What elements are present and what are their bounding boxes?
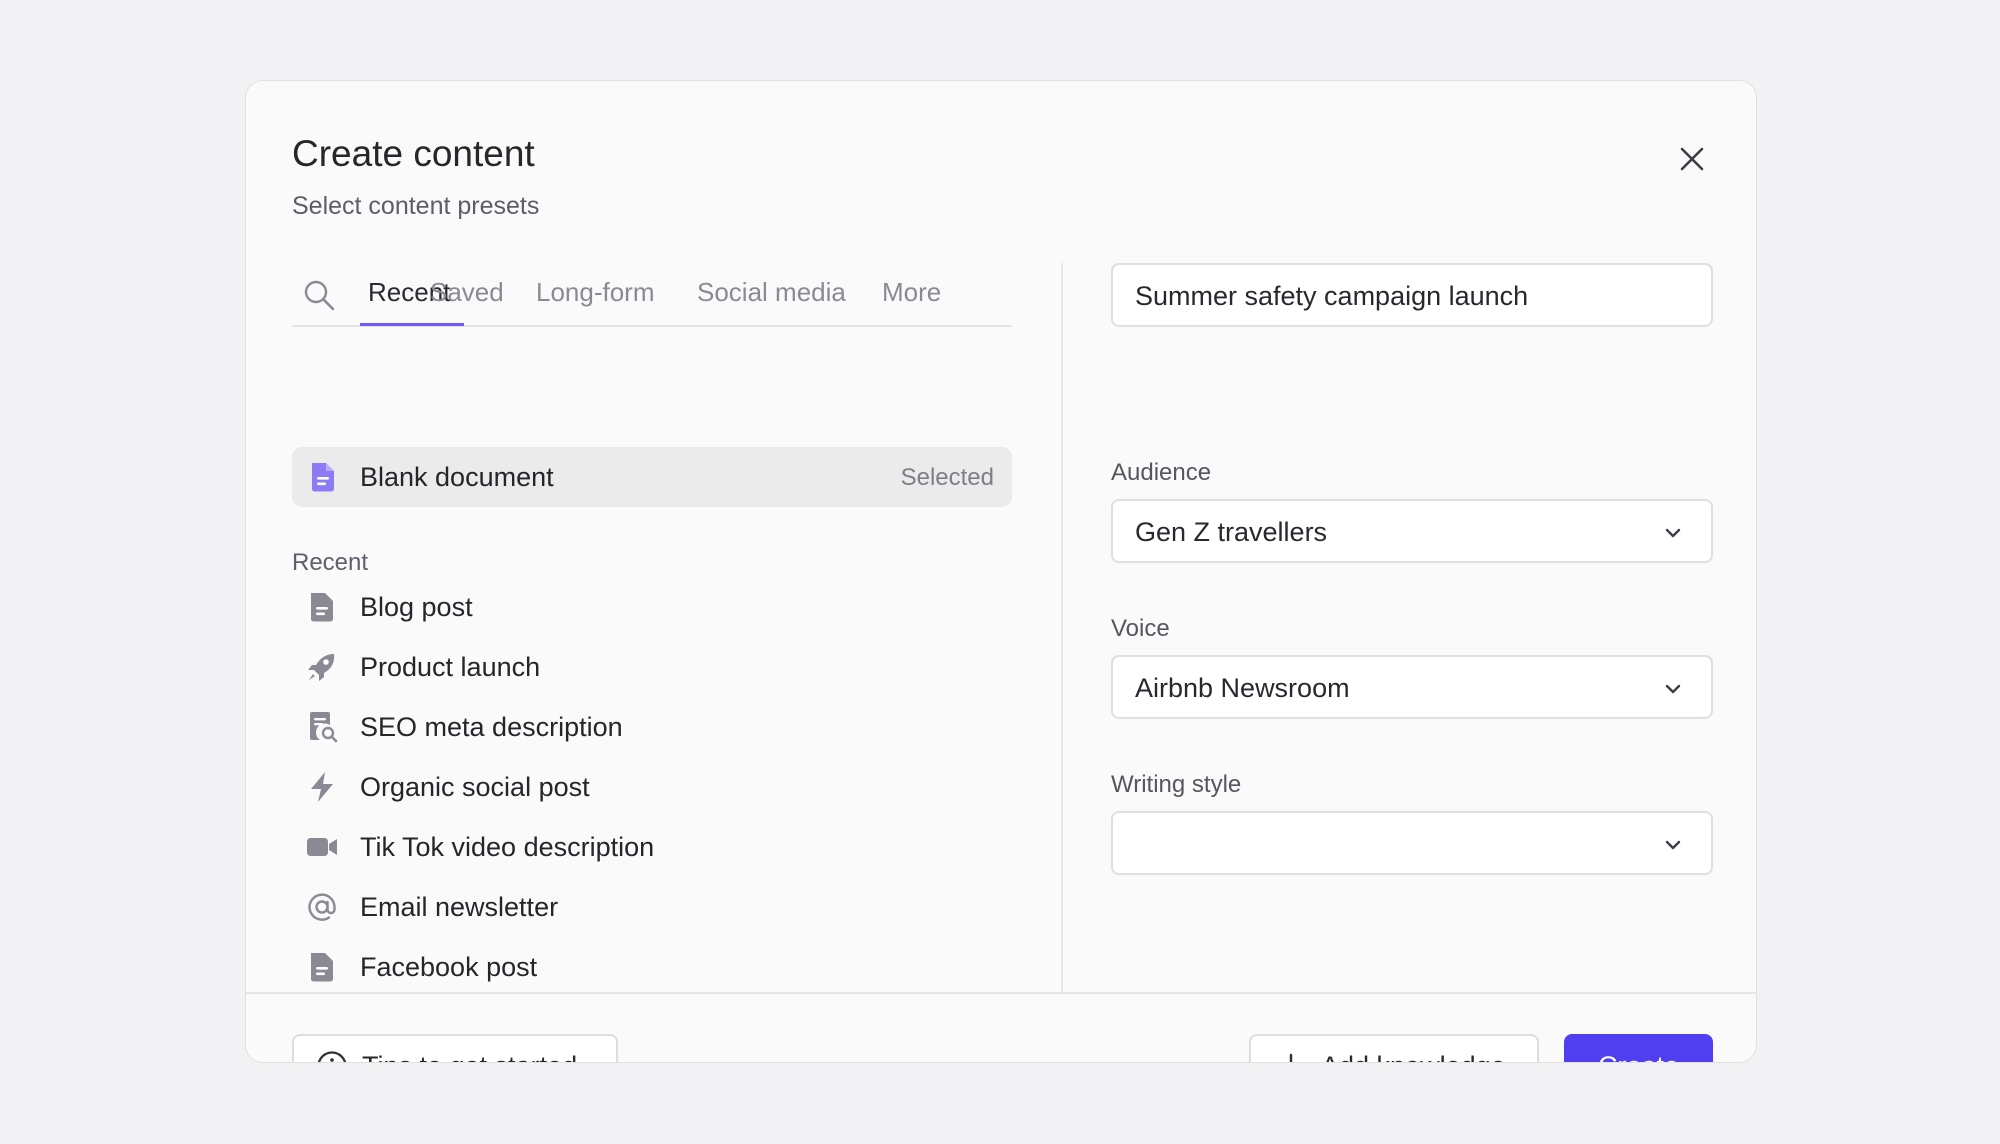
list-item-blog-post[interactable]: Blog post bbox=[292, 579, 1012, 635]
close-icon bbox=[1680, 147, 1704, 171]
list-item-label: SEO meta description bbox=[360, 712, 623, 742]
active-tab-indicator bbox=[360, 323, 464, 326]
audience-value: Gen Z travellers bbox=[1135, 517, 1328, 547]
list-item-facebook-post[interactable]: Facebook post bbox=[292, 939, 1012, 992]
document-search-icon bbox=[310, 712, 338, 743]
tab-more[interactable]: More bbox=[882, 277, 941, 308]
plus-icon bbox=[1289, 1053, 1293, 1062]
list-item-label: Email newsletter bbox=[360, 892, 559, 922]
list-item-seo-meta-description[interactable]: SEO meta description bbox=[292, 699, 1012, 755]
info-icon bbox=[317, 1051, 347, 1062]
create-content-dialog: Create content Select content presets Re… bbox=[245, 80, 1757, 1063]
dialog-subtitle: Select content presets bbox=[292, 192, 540, 220]
list-item-label: Tik Tok video description bbox=[360, 832, 655, 862]
video-camera-icon bbox=[307, 838, 337, 856]
list-item-label: Facebook post bbox=[360, 952, 538, 982]
tab-long-form[interactable]: Long-form bbox=[536, 277, 655, 308]
writing-style-select[interactable] bbox=[1111, 811, 1713, 875]
tips-button[interactable]: Tips to get started bbox=[292, 1034, 618, 1063]
chevron-down-icon bbox=[1665, 528, 1681, 538]
preset-tabs: Recent Saved Long-form Social media More bbox=[292, 261, 1012, 327]
chevron-down-icon bbox=[1665, 840, 1681, 850]
document-icon bbox=[311, 593, 333, 622]
column-divider bbox=[1061, 263, 1063, 992]
content-name-value: Summer safety campaign launch bbox=[1135, 281, 1529, 311]
add-knowledge-label: Add knowledge bbox=[1321, 1051, 1506, 1063]
list-item-label: Product launch bbox=[360, 652, 541, 682]
list-item-organic-social-post[interactable]: Organic social post bbox=[292, 759, 1012, 815]
preset-blank-document[interactable]: Blank document Selected bbox=[292, 447, 1012, 507]
search-icon[interactable] bbox=[302, 278, 336, 312]
voice-value: Airbnb Newsroom bbox=[1135, 673, 1350, 703]
recent-section-label: Recent bbox=[292, 549, 369, 576]
voice-label: Voice bbox=[1111, 615, 1170, 642]
document-icon bbox=[311, 953, 333, 982]
voice-select[interactable]: Airbnb Newsroom bbox=[1111, 655, 1713, 719]
selected-badge: Selected bbox=[900, 464, 994, 491]
create-button[interactable]: Create bbox=[1564, 1034, 1713, 1063]
list-item-label: Blog post bbox=[360, 592, 473, 622]
create-button-label: Create bbox=[1598, 1051, 1679, 1063]
document-icon bbox=[312, 463, 334, 492]
dialog-title: Create content bbox=[292, 133, 535, 174]
list-item-label: Organic social post bbox=[360, 772, 590, 802]
add-knowledge-button[interactable]: Add knowledge bbox=[1249, 1034, 1539, 1063]
tab-saved[interactable]: Saved bbox=[430, 277, 504, 308]
at-sign-icon bbox=[308, 893, 336, 921]
preset-panel: Recent Saved Long-form Social media More… bbox=[292, 261, 1012, 992]
preset-label: Blank document bbox=[360, 462, 554, 492]
close-button[interactable] bbox=[1666, 133, 1718, 185]
list-item-product-launch[interactable]: Product launch bbox=[292, 639, 1012, 695]
audience-label: Audience bbox=[1111, 459, 1212, 486]
list-item-tik-tok-video-description[interactable]: Tik Tok video description bbox=[292, 819, 1012, 875]
writing-style-label: Writing style bbox=[1111, 771, 1242, 798]
tips-button-label: Tips to get started bbox=[362, 1051, 577, 1063]
tab-social-media[interactable]: Social media bbox=[697, 277, 846, 308]
rocket-icon bbox=[308, 654, 335, 681]
lightning-icon bbox=[311, 772, 333, 802]
audience-select[interactable]: Gen Z travellers bbox=[1111, 499, 1713, 563]
content-name-input[interactable]: Summer safety campaign launch bbox=[1111, 263, 1713, 327]
list-item-email-newsletter[interactable]: Email newsletter bbox=[292, 879, 1012, 935]
chevron-down-icon bbox=[1665, 684, 1681, 694]
